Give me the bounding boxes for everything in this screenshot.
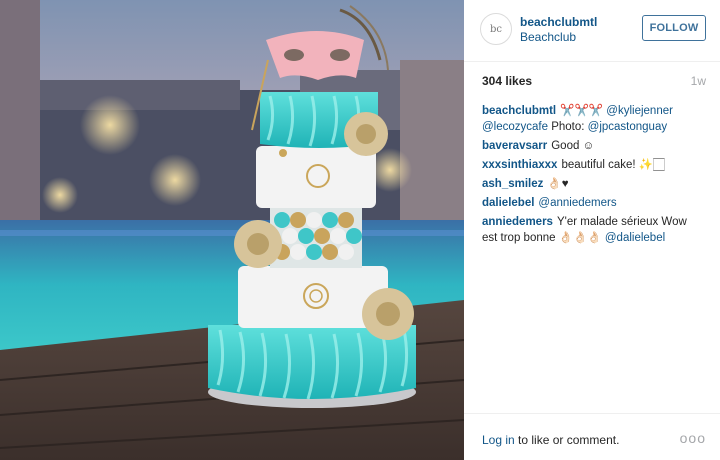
comment-item: dalielebel @anniedemers	[482, 195, 704, 211]
post-location[interactable]: Beachclub	[520, 30, 576, 44]
post-author-username[interactable]: beachclubmtl	[520, 15, 597, 29]
comments-list: beachclubmtl ✂️✂️✂️ @kyliejenner @lecozyc…	[482, 103, 704, 249]
follow-button[interactable]: FOLLOW	[642, 15, 706, 41]
comment-username[interactable]: xxxsinthiaxxx	[482, 159, 557, 171]
more-options-icon[interactable]: ooo	[680, 430, 706, 446]
comment-text: ✂️✂️✂️	[560, 105, 607, 117]
post-header: bc beachclubmtl Beachclub FOLLOW	[464, 0, 720, 62]
comment-username[interactable]: dalielebel	[482, 197, 534, 209]
avatar[interactable]: bc	[480, 13, 512, 45]
comment-text: Photo:	[548, 121, 588, 133]
likes-count[interactable]: 304 likes	[482, 74, 532, 88]
comment-text: Good ☺	[551, 140, 595, 152]
comment-mention-link[interactable]: @anniedemers	[538, 197, 616, 209]
cake-illustration	[0, 0, 464, 460]
post-footer: Log in to like or comment. ooo	[464, 413, 720, 460]
comment-mention-link[interactable]: @dalielebel	[605, 232, 665, 244]
login-prompt-text: to like or comment.	[514, 433, 620, 447]
comment-mention-link[interactable]: @lecozycafe	[482, 121, 548, 133]
comment-text: beautiful cake! ✨🏻	[561, 159, 665, 171]
comment-username[interactable]: baveravsarr	[482, 140, 547, 152]
comment-text: 👌🏻♥	[547, 178, 569, 190]
comment-username[interactable]: ash_smilez	[482, 178, 543, 190]
comment-item: beachclubmtl ✂️✂️✂️ @kyliejenner @lecozyc…	[482, 103, 704, 135]
login-link[interactable]: Log in	[482, 433, 515, 447]
comment-item: xxxsinthiaxxx beautiful cake! ✨🏻	[482, 157, 704, 173]
comment-item: baveravsarr Good ☺	[482, 138, 704, 154]
comment-username[interactable]: beachclubmtl	[482, 105, 556, 117]
comment-item: ash_smilez 👌🏻♥	[482, 176, 704, 192]
login-prompt: Log in to like or comment.	[482, 433, 619, 447]
post-photo	[0, 0, 464, 460]
post-side-panel: bc beachclubmtl Beachclub FOLLOW 304 lik…	[464, 0, 720, 460]
comment-username[interactable]: anniedemers	[482, 216, 553, 228]
comment-item: anniedemers Y'er malade sérieux Wow est t…	[482, 214, 704, 246]
beachclub-logo-icon: bc	[490, 24, 502, 35]
svg-text:bc: bc	[490, 24, 502, 35]
comment-mention-link[interactable]: @jpcastonguay	[588, 121, 667, 133]
post-timestamp[interactable]: 1w	[691, 74, 706, 88]
comment-mention-link[interactable]: @kyliejenner	[606, 105, 673, 117]
